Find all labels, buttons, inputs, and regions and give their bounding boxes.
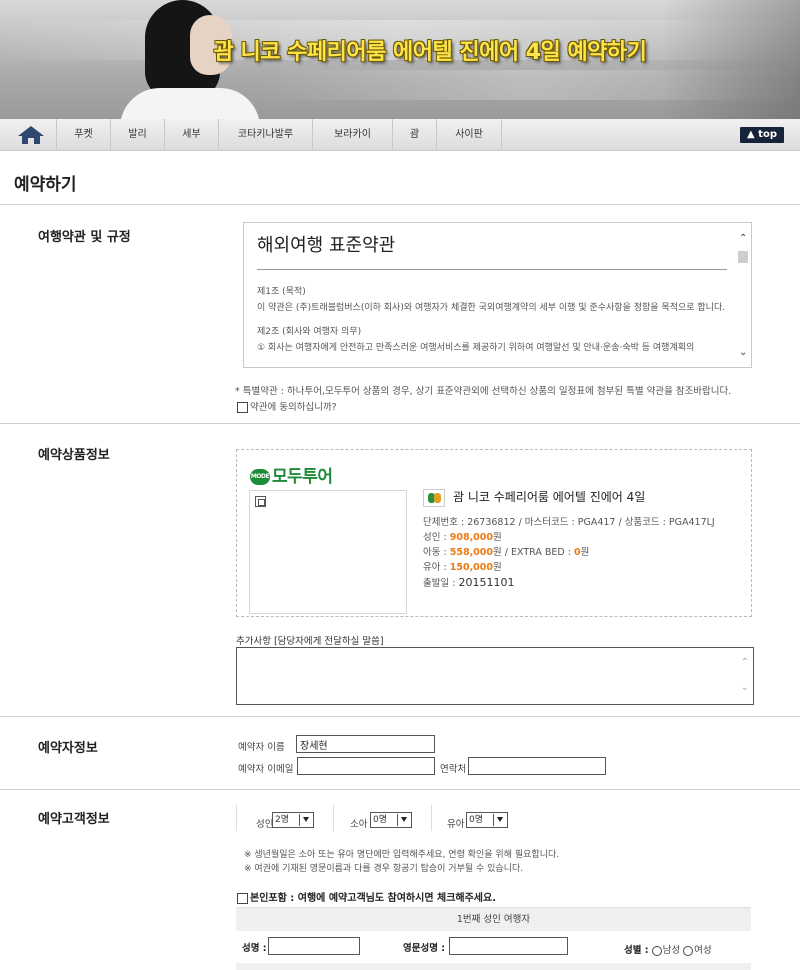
terms-heading: 해외여행 표준약관 (257, 231, 727, 270)
infant-price-row: 유아 : 150,000원 (423, 561, 502, 573)
divider (0, 716, 800, 717)
traveler-eng-name-input[interactable] (449, 937, 568, 955)
infant-count-select[interactable]: 0명 (466, 812, 508, 828)
divider (0, 204, 800, 205)
divider (0, 789, 800, 790)
adult-count-select[interactable]: 2명 (272, 812, 314, 828)
terms-scrollbar[interactable]: ⌃ ⌄ (735, 223, 751, 367)
bottom-bar (236, 963, 751, 970)
article2-text: ① 회사는 여행자에게 안전하고 만족스러운 여행서비스를 제공하기 위하여 여… (257, 343, 695, 353)
divider (236, 805, 237, 831)
chevron-down-icon (397, 814, 410, 826)
brand-name: 모두투어 (272, 467, 333, 487)
child-price-row: 아동 : 558,000원 / EXTRA BED : 0원 (423, 546, 590, 558)
agree-terms-row: 약관에 동의하십니까? (237, 399, 337, 413)
scroll-thumb[interactable] (738, 251, 748, 263)
nav-item-cebu[interactable]: 세부 (164, 119, 218, 151)
child-count-select[interactable]: 0명 (370, 812, 412, 828)
nav-item-saipan[interactable]: 사이판 (436, 119, 502, 151)
brand-badge: MODE (250, 469, 270, 485)
birthdate-warning: ※ 생년월일은 소아 또는 유아 명단에만 입력해주세요, 연령 확인을 위해 … (244, 850, 560, 860)
textarea-scroll-down-icon[interactable]: ⌄ (741, 682, 749, 693)
article2-title: 제2조 (회사와 여행자 의무) (257, 327, 362, 337)
self-include-checkbox[interactable] (237, 892, 248, 904)
textarea-scroll-up-icon[interactable]: ⌃ (741, 657, 749, 668)
depart-row: 출발일 : 20151101 (423, 575, 515, 589)
traveler-name-label: 성명 : (242, 943, 267, 954)
banner-title: 괌 니코 수페리어룸 에어텔 진에어 4일 예약하기 (213, 40, 647, 65)
product-section-label: 예약상품정보 (38, 448, 110, 463)
scroll-down-icon[interactable]: ⌄ (739, 347, 747, 358)
adult-price-row: 성인 : 908,000원 (423, 531, 502, 543)
traveler-eng-name-label: 영문성명 : (403, 943, 446, 954)
child-count-label: 소아 (350, 819, 368, 830)
child-price: 558,000 (449, 546, 494, 558)
terms-section-label: 여행약관 및 규정 (38, 230, 131, 245)
request-textarea[interactable]: ⌃ ⌄ (236, 647, 754, 705)
booker-name-label: 예약자 이름 (238, 742, 285, 753)
divider (333, 805, 334, 831)
infant-price: 150,000 (449, 561, 494, 573)
nav-item-boracay[interactable]: 보라카이 (312, 119, 392, 151)
chevron-down-icon (299, 814, 312, 826)
product-codes: 단체번호 : 26736812 / 마스터코드 : PGA417 / 상품코드 … (423, 516, 715, 528)
banner-person-shoulder (120, 88, 260, 119)
product-box: MODE 모두투어 괌 니코 수페리어룸 에어텔 진에어 4일 단체번호 : 26… (236, 449, 752, 617)
female-label: 여성 (694, 945, 712, 956)
booker-email-input[interactable] (297, 757, 435, 775)
terms-box[interactable]: 해외여행 표준약관 제1조 (목적) 이 약관은 (주)트래블럼버스(이하 회사… (243, 222, 752, 368)
booker-phone-input[interactable] (468, 757, 606, 775)
infant-count-label: 유아 (447, 819, 465, 830)
top-button[interactable]: ▲ top (740, 127, 784, 143)
male-radio[interactable] (651, 945, 662, 956)
home-icon[interactable] (16, 125, 46, 145)
nav-item-kota-kinabalu[interactable]: 코타키나발루 (218, 119, 312, 151)
main-nav: 푸켓 발리 세부 코타키나발루 보라카이 괌 사이판 ▲ top (0, 119, 800, 151)
nav-items: 푸켓 발리 세부 코타키나발루 보라카이 괌 사이판 (56, 119, 502, 151)
nav-item-phuket[interactable]: 푸켓 (56, 119, 110, 151)
nav-item-guam[interactable]: 괌 (392, 119, 436, 151)
product-info: 괌 니코 수페리어룸 에어텔 진에어 4일 단체번호 : 26736812 / … (423, 488, 743, 591)
customers-section-label: 예약고객정보 (38, 812, 110, 827)
booker-section-label: 예약자정보 (38, 741, 98, 756)
divider (431, 805, 432, 831)
top-banner: 괌 니코 수페리어룸 에어텔 진에어 4일 예약하기 (0, 0, 800, 119)
product-logo-icon (423, 488, 445, 507)
traveler-header: 1번째 성인 여행자 (236, 907, 751, 931)
adult-price: 908,000 (449, 531, 494, 543)
terms-content: 해외여행 표준약관 제1조 (목적) 이 약관은 (주)트래블럼버스(이하 회사… (257, 231, 727, 356)
gender-label: 성별 : (624, 945, 649, 956)
agree-terms-checkbox[interactable] (237, 402, 248, 413)
self-include-row: 본인포함 : 여행에 예약고객님도 참여하시면 체크해주세요. (237, 889, 496, 904)
brand-logo: MODE 모두투어 (250, 462, 333, 487)
adult-count-label: 성인 (256, 819, 274, 830)
product-title: 괌 니코 수페리어룸 에어텔 진에어 4일 (453, 490, 646, 504)
broken-image-icon (255, 496, 266, 507)
page-title: 예약하기 (14, 175, 77, 195)
chevron-down-icon (493, 814, 506, 826)
request-label: 추가사항 [담당자에게 전달하실 말씀] (236, 636, 384, 647)
gender-row: 성별 : 남성 여성 (624, 942, 712, 956)
self-include-label: 본인포함 : 여행에 예약고객님도 참여하시면 체크해주세요. (250, 893, 497, 904)
divider (0, 423, 800, 424)
agree-terms-label: 약관에 동의하십니까? (250, 402, 337, 413)
scroll-up-icon[interactable]: ⌃ (739, 233, 747, 244)
traveler-name-input[interactable] (268, 937, 360, 955)
booker-name-input[interactable]: 장세현 (296, 735, 435, 753)
passport-warning: ※ 여권에 기재된 영문이름과 다를 경우 항공기 탑승이 거부될 수 있습니다… (244, 864, 524, 874)
article1-title: 제1조 (목적) (257, 287, 306, 297)
depart-date: 20151101 (458, 575, 515, 589)
article1-text: 이 약관은 (주)트래블럼버스(이하 회사)와 여행자가 체결한 국외여행계약의… (257, 303, 726, 313)
extra-bed-price: 0 (573, 546, 581, 558)
booker-phone-label: 연락처 (440, 764, 467, 775)
female-radio[interactable] (683, 945, 694, 956)
product-image (249, 490, 407, 614)
booker-email-label: 예약자 이메일 (238, 764, 294, 775)
nav-item-bali[interactable]: 발리 (110, 119, 164, 151)
special-terms-note: * 특별약관 : 하나투어,모두투어 상품의 경우, 상기 표준약관외에 선택하… (235, 386, 732, 397)
male-label: 남성 (662, 945, 681, 956)
